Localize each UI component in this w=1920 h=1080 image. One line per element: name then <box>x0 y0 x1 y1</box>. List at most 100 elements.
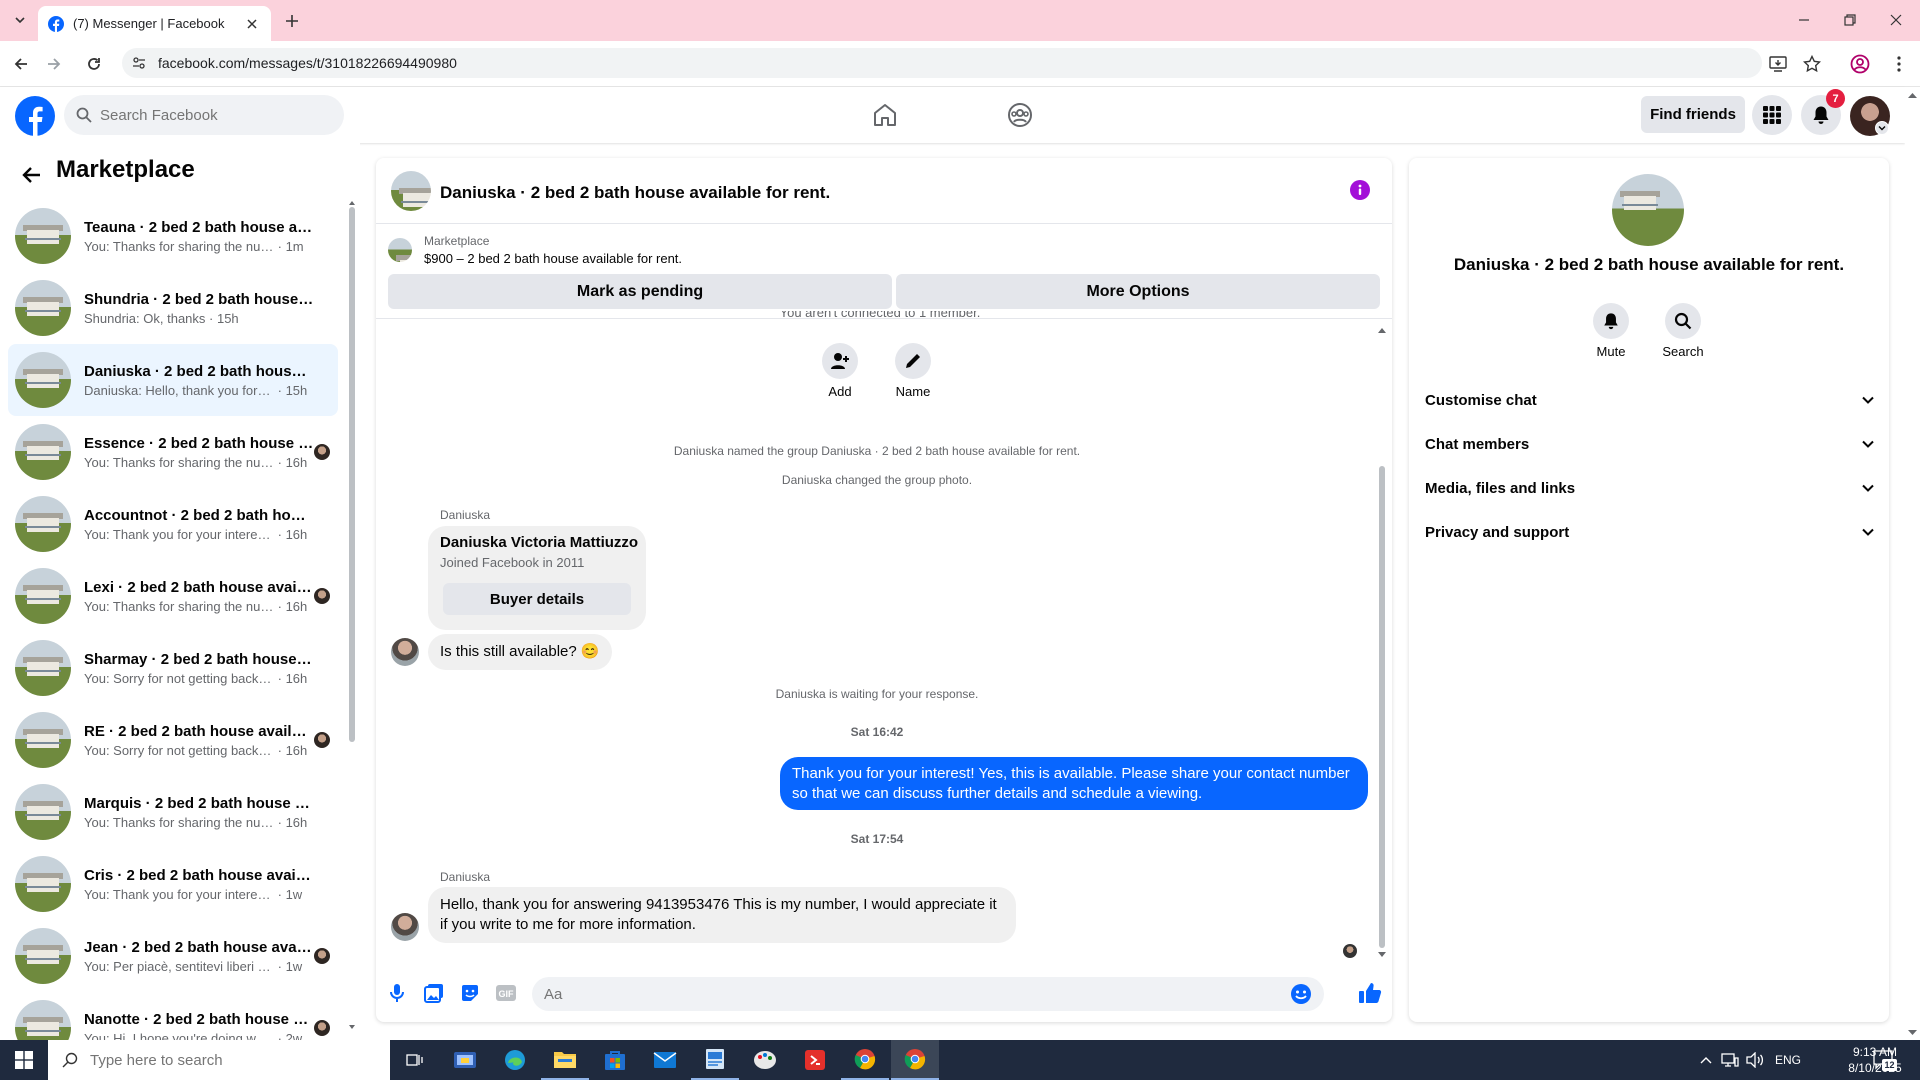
section-customise-chat[interactable]: Customise chat <box>1425 378 1875 422</box>
listing-thumbnail[interactable] <box>391 171 431 211</box>
incoming-message[interactable]: Is this still available? 😊 <box>428 634 612 670</box>
notification-center-icon[interactable]: 12 <box>1872 1048 1897 1072</box>
nav-groups[interactable] <box>975 93 1065 137</box>
restore-icon[interactable] <box>1827 0 1873 40</box>
message-composer[interactable] <box>532 977 1324 1011</box>
conversation-item[interactable]: Lexi · 2 bed 2 bath house available for … <box>8 560 338 632</box>
photo-icon[interactable] <box>420 979 448 1007</box>
conversation-item[interactable]: Jean · 2 bed 2 bath house available for … <box>8 920 338 992</box>
find-friends-button[interactable]: Find friends <box>1641 96 1745 133</box>
incoming-message[interactable]: Hello, thank you for answering 941395347… <box>428 887 1016 943</box>
conversation-item[interactable]: Essence · 2 bed 2 bath house available f… <box>8 416 338 488</box>
browser-menu-icon[interactable] <box>1887 52 1911 76</box>
name-group-button[interactable] <box>895 343 931 379</box>
volume-icon[interactable] <box>1744 1040 1766 1080</box>
avatar[interactable] <box>391 638 419 666</box>
buyer-details-button[interactable]: Buyer details <box>443 583 631 615</box>
outgoing-message[interactable]: Thank you for your interest! Yes, this i… <box>780 757 1368 810</box>
info-icon[interactable] <box>1350 180 1370 200</box>
tab-search-button[interactable] <box>9 9 31 31</box>
gif-icon[interactable]: GIF <box>492 979 520 1007</box>
new-tab-button[interactable] <box>281 10 303 32</box>
network-icon[interactable] <box>1719 1040 1741 1080</box>
forward-arrow-icon[interactable] <box>42 52 66 76</box>
conversation-item[interactable]: Shundria · 2 bed 2 bath house available … <box>8 272 338 344</box>
conversation-preview-line: You: Thanks for sharing the number with … <box>84 239 314 254</box>
minimize-icon[interactable] <box>1781 0 1827 40</box>
bell-icon <box>1602 312 1620 330</box>
file-explorer-icon[interactable] <box>541 1040 589 1080</box>
conversation-item[interactable]: Teauna · 2 bed 2 bath house available fo… <box>8 200 338 272</box>
url-text[interactable]: facebook.com/messages/t/3101822669449098… <box>158 55 457 71</box>
conversation-item[interactable]: Daniuska · 2 bed 2 bath house available … <box>8 344 338 416</box>
conversation-item[interactable]: RE · 2 bed 2 bath house available for re… <box>8 704 338 776</box>
reload-icon[interactable] <box>82 52 106 76</box>
thumbs-up-icon[interactable] <box>1356 979 1384 1007</box>
taskbar-search[interactable] <box>48 1040 390 1080</box>
bookmark-star-icon[interactable] <box>1800 52 1824 76</box>
conversation-time: 15h <box>216 310 239 326</box>
back-arrow-icon[interactable] <box>17 160 47 190</box>
task-view-icon[interactable] <box>391 1040 439 1080</box>
conversation-name: Jean · 2 bed 2 bath house available for … <box>84 938 314 956</box>
search-input[interactable] <box>100 106 320 124</box>
chat-title[interactable]: Daniuska · 2 bed 2 bath house available … <box>440 183 830 203</box>
conversation-item[interactable]: Marquis · 2 bed 2 bath house available f… <box>8 776 338 848</box>
mark-pending-button[interactable]: Mark as pending <box>388 274 892 309</box>
back-arrow-icon[interactable] <box>9 52 33 76</box>
avatar[interactable] <box>391 913 419 941</box>
section-chat-members[interactable]: Chat members <box>1425 422 1875 466</box>
add-member-button[interactable] <box>822 343 858 379</box>
site-info-icon[interactable] <box>132 56 146 70</box>
section-media-files-links[interactable]: Media, files and links <box>1425 466 1875 510</box>
language-indicator[interactable]: ENG <box>1770 1040 1806 1080</box>
close-window-icon[interactable] <box>1873 0 1919 40</box>
conversation-name: Sharmay · 2 bed 2 bath house available f… <box>84 650 314 668</box>
conversation-item[interactable]: Accountnot · 2 bed 2 bath house availabl… <box>8 488 338 560</box>
conversation-item[interactable]: Sharmay · 2 bed 2 bath house available f… <box>8 632 338 704</box>
browser-profile-icon[interactable] <box>1848 52 1872 76</box>
install-app-icon[interactable] <box>1766 52 1790 76</box>
chat-scroll-thumb[interactable] <box>1379 466 1385 948</box>
chrome-icon[interactable] <box>841 1040 889 1080</box>
sidebar-scroll-thumb[interactable] <box>349 207 355 742</box>
mail-icon[interactable] <box>641 1040 689 1080</box>
emoji-icon[interactable] <box>1290 983 1312 1005</box>
app-icon[interactable] <box>691 1040 739 1080</box>
facebook-search[interactable] <box>64 95 344 135</box>
microphone-icon[interactable] <box>383 979 411 1007</box>
facebook-logo-icon[interactable] <box>15 96 55 136</box>
nav-home[interactable] <box>840 93 930 137</box>
listing-price[interactable]: $900 – 2 bed 2 bath house available for … <box>424 251 682 266</box>
app-icon[interactable] <box>791 1040 839 1080</box>
conversation-time: 16h <box>285 742 308 758</box>
chevron-down-icon[interactable] <box>1875 121 1889 135</box>
section-privacy-support[interactable]: Privacy and support <box>1425 510 1875 554</box>
windows-start-icon[interactable] <box>0 1040 48 1080</box>
conversation-text: Lexi · 2 bed 2 bath house available for … <box>84 579 314 614</box>
edge-browser-icon[interactable] <box>491 1040 539 1080</box>
message-input[interactable] <box>544 985 1290 1003</box>
browser-tab[interactable]: (7) Messenger | Facebook <box>38 6 271 41</box>
address-bar[interactable]: facebook.com/messages/t/3101822669449098… <box>122 48 1762 78</box>
more-options-button[interactable]: More Options <box>896 274 1380 309</box>
group-photo[interactable] <box>1612 174 1684 246</box>
facebook-favicon-icon <box>48 15 64 32</box>
search-icon <box>62 1052 78 1068</box>
page-scrollbar[interactable] <box>1905 87 1920 1040</box>
conversation-time: 16h <box>285 670 308 686</box>
sticker-icon[interactable] <box>456 979 484 1007</box>
menu-grid-button[interactable] <box>1752 95 1792 135</box>
app-icon[interactable] <box>441 1040 489 1080</box>
conversation-preview: You: Thanks for sharing the number with … <box>84 814 274 830</box>
taskbar-search-input[interactable] <box>90 1051 370 1069</box>
search-in-chat-button[interactable] <box>1665 303 1701 339</box>
chevron-up-icon[interactable] <box>1695 1040 1717 1080</box>
mute-button[interactable] <box>1593 303 1629 339</box>
separator: · <box>274 958 286 974</box>
paint-icon[interactable] <box>741 1040 789 1080</box>
microsoft-store-icon[interactable] <box>591 1040 639 1080</box>
chrome-icon[interactable] <box>891 1040 939 1080</box>
conversation-item[interactable]: Cris · 2 bed 2 bath house available for … <box>8 848 338 920</box>
close-tab-icon[interactable] <box>243 15 261 33</box>
